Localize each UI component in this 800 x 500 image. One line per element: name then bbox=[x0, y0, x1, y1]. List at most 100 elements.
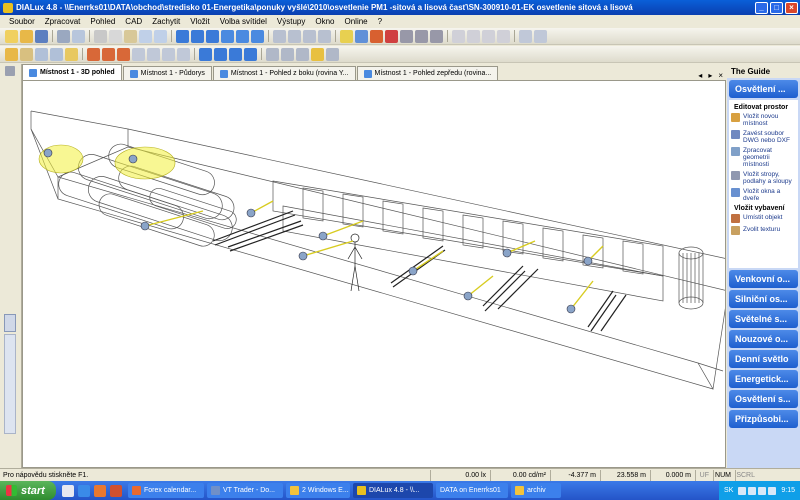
report-icon[interactable] bbox=[467, 29, 480, 43]
stop-icon[interactable] bbox=[385, 29, 398, 43]
window-tile-icon[interactable] bbox=[534, 29, 547, 43]
open-icon[interactable] bbox=[5, 47, 18, 61]
menu-zpracovat[interactable]: Zpracovat bbox=[40, 17, 86, 26]
guide-section-lighting[interactable]: Osvětlení ... bbox=[729, 80, 798, 98]
tab-scroll-left-icon[interactable]: ◂ bbox=[695, 71, 705, 80]
lamp-icon[interactable] bbox=[400, 29, 413, 43]
view-icon[interactable] bbox=[251, 29, 264, 43]
guide-section-outdoor[interactable]: Venkovní o... bbox=[729, 270, 798, 288]
align-icon[interactable] bbox=[132, 47, 145, 61]
luminaire[interactable] bbox=[43, 148, 53, 158]
zoom-out-icon[interactable] bbox=[281, 47, 294, 61]
move-icon[interactable] bbox=[288, 29, 301, 43]
luminaire-line-icon[interactable] bbox=[117, 47, 130, 61]
pointer-icon[interactable] bbox=[20, 47, 33, 61]
task-archiv[interactable]: archiv bbox=[511, 483, 561, 498]
tab-floor-plan[interactable]: Místnost 1 - Půdorys bbox=[122, 66, 212, 80]
luminaire[interactable] bbox=[408, 266, 418, 276]
guide-section-lighting-s[interactable]: Osvětlení s... bbox=[729, 390, 798, 408]
street-icon[interactable] bbox=[236, 29, 249, 43]
guide-section-emergency[interactable]: Nouzové o... bbox=[729, 330, 798, 348]
menu-help[interactable]: ? bbox=[373, 17, 387, 26]
action-place-object[interactable]: Umístit objekt bbox=[731, 214, 796, 223]
internet-explorer-icon[interactable] bbox=[78, 484, 90, 497]
guide-section-light-scenes[interactable]: Světelné s... bbox=[729, 310, 798, 328]
options-icon[interactable] bbox=[326, 47, 339, 61]
undo-icon[interactable] bbox=[139, 29, 152, 43]
tab-side-view[interactable]: Místnost 1 - Pohled z boku (rovina Y... bbox=[212, 66, 356, 80]
menu-soubor[interactable]: Soubor bbox=[4, 17, 40, 26]
zoom-fit-icon[interactable] bbox=[296, 47, 309, 61]
luminaire[interactable] bbox=[140, 221, 150, 231]
pdf-icon[interactable] bbox=[497, 29, 510, 43]
luminaire[interactable] bbox=[583, 256, 593, 266]
luminaire[interactable] bbox=[463, 291, 473, 301]
open-folder-icon[interactable] bbox=[20, 29, 33, 43]
preview-icon[interactable] bbox=[72, 29, 85, 43]
tab-front-view[interactable]: Místnost 1 - Pohled zepředu (rovina... bbox=[356, 66, 499, 80]
luminaire[interactable] bbox=[566, 304, 576, 314]
mirror-icon[interactable] bbox=[318, 29, 331, 43]
action-choose-texture[interactable]: Zvolit texturu bbox=[731, 226, 796, 235]
pan-icon[interactable] bbox=[50, 47, 63, 61]
view-top-icon[interactable] bbox=[214, 47, 227, 61]
guide-section-customize[interactable]: Přizpůsobi... bbox=[729, 410, 798, 428]
task-forex-calendar[interactable]: Forex calendar... bbox=[128, 483, 204, 498]
guide-section-street[interactable]: Silniční os... bbox=[729, 290, 798, 308]
copy-icon[interactable] bbox=[109, 29, 122, 43]
plugin-icon[interactable] bbox=[430, 29, 443, 43]
action-insert-ceilings[interactable]: Vložit stropy, podlahy a sloupy bbox=[731, 171, 796, 185]
tab-close-icon[interactable]: × bbox=[715, 71, 726, 80]
output-icon[interactable] bbox=[452, 29, 465, 43]
action-insert-room[interactable]: Vložit novou místnost bbox=[731, 113, 796, 127]
orbit-icon[interactable] bbox=[35, 47, 48, 61]
menu-vystupy[interactable]: Výstupy bbox=[272, 17, 310, 26]
menu-vlozit[interactable]: Vložit bbox=[185, 17, 215, 26]
floor-icon[interactable] bbox=[191, 29, 204, 43]
view-3d-icon[interactable] bbox=[199, 47, 212, 61]
catalog-icon[interactable] bbox=[415, 29, 428, 43]
menu-okno[interactable]: Okno bbox=[310, 17, 339, 26]
room-icon[interactable] bbox=[176, 29, 189, 43]
luminaire[interactable] bbox=[246, 208, 256, 218]
tab-scroll-right-icon[interactable]: ▸ bbox=[705, 71, 715, 80]
language-indicator[interactable]: SK bbox=[724, 487, 733, 494]
pin-icon[interactable] bbox=[5, 66, 15, 76]
luminaire[interactable] bbox=[298, 251, 308, 261]
antivirus-icon[interactable] bbox=[768, 486, 777, 495]
network-icon[interactable] bbox=[748, 486, 757, 495]
task-data-folder[interactable]: DATA on Enerrks01 bbox=[436, 483, 508, 498]
task-vt-trader[interactable]: VT Trader - Do... bbox=[207, 483, 283, 498]
light-icon[interactable] bbox=[65, 47, 78, 61]
menu-cad[interactable]: CAD bbox=[120, 17, 147, 26]
camera-icon[interactable] bbox=[355, 29, 368, 43]
luminaire[interactable] bbox=[502, 248, 512, 258]
tray-arrow-icon[interactable] bbox=[738, 486, 747, 495]
action-edit-geometry[interactable]: Zpracovat geometrii místnosti bbox=[731, 147, 796, 168]
building-icon[interactable] bbox=[206, 29, 219, 43]
side-scrollbar[interactable] bbox=[4, 334, 16, 434]
redo-icon[interactable] bbox=[154, 29, 167, 43]
guide-section-daylight[interactable]: Denní světlo bbox=[729, 350, 798, 368]
cut-icon[interactable] bbox=[94, 29, 107, 43]
menu-zachytit[interactable]: Zachytit bbox=[147, 17, 185, 26]
task-dialux[interactable]: DIALux 4.8 - \\... bbox=[353, 483, 433, 498]
rotate-icon[interactable] bbox=[303, 29, 316, 43]
media-player-icon[interactable] bbox=[94, 484, 106, 497]
maximize-button[interactable]: □ bbox=[770, 1, 783, 14]
minimize-button[interactable]: _ bbox=[755, 1, 768, 14]
new-file-icon[interactable] bbox=[5, 29, 18, 43]
menu-online[interactable]: Online bbox=[340, 17, 373, 26]
bulb-icon[interactable] bbox=[311, 47, 324, 61]
action-insert-windows[interactable]: Vložit okna a dveře bbox=[731, 188, 796, 202]
ungroup-icon[interactable] bbox=[177, 47, 190, 61]
3d-viewport[interactable] bbox=[22, 80, 729, 468]
scroll-handle[interactable] bbox=[4, 314, 16, 332]
guide-section-energy[interactable]: Energetick... bbox=[729, 370, 798, 388]
show-desktop-icon[interactable] bbox=[62, 484, 74, 497]
start-button[interactable]: start bbox=[0, 481, 56, 500]
zoom-in-icon[interactable] bbox=[266, 47, 279, 61]
firefox-icon[interactable] bbox=[110, 484, 122, 497]
raytrace-icon[interactable] bbox=[370, 29, 383, 43]
window-cascade-icon[interactable] bbox=[519, 29, 532, 43]
